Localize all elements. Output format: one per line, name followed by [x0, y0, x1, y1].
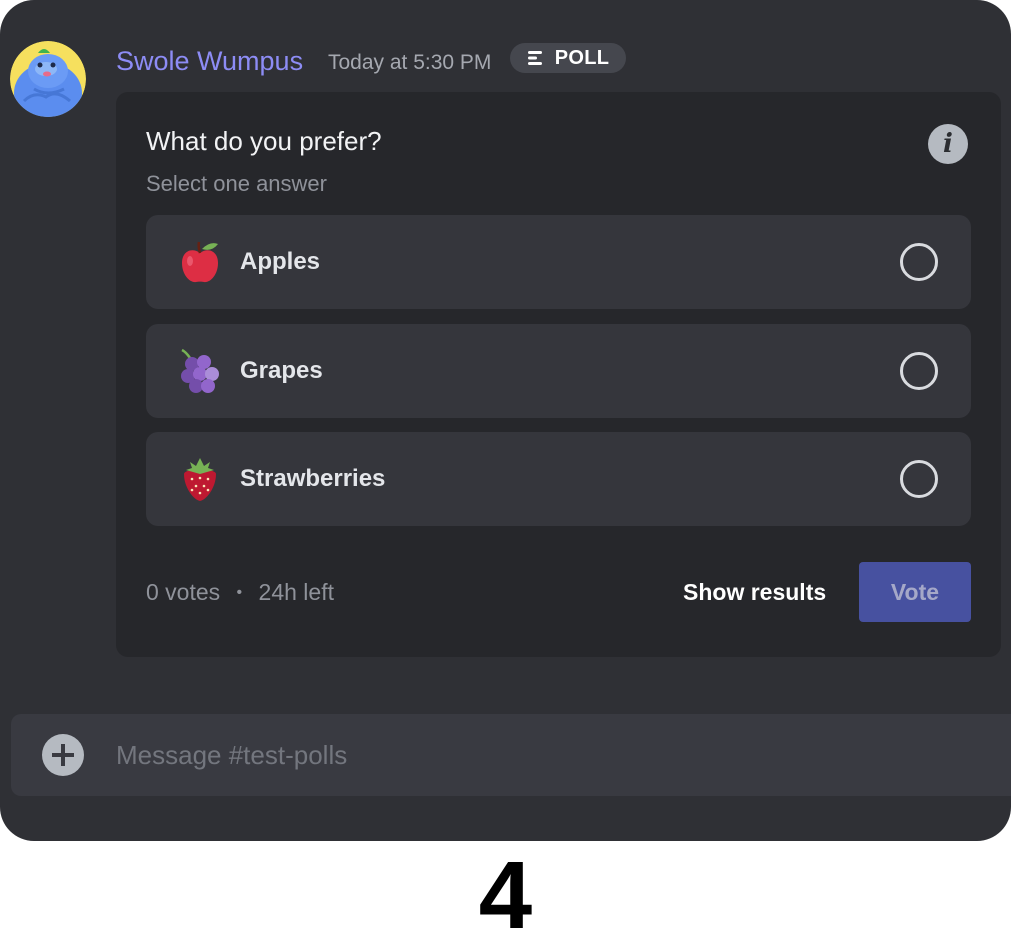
apple-emoji-icon [176, 239, 224, 287]
answer-label: Grapes [240, 357, 323, 384]
chat-window: Swole Wumpus Today at 5:30 PM POLL What … [0, 0, 1011, 841]
info-icon[interactable]: i [928, 124, 968, 164]
poll-badge: POLL [510, 43, 626, 73]
time-left: 24h left [258, 579, 334, 605]
message-timestamp: Today at 5:30 PM [328, 51, 492, 74]
poll-answer-apples[interactable]: Apples [146, 215, 971, 309]
answer-radio[interactable] [900, 352, 938, 390]
answer-radio[interactable] [900, 460, 938, 498]
wumpus-avatar-icon [10, 41, 86, 117]
vote-count: 0 votes [146, 579, 221, 605]
poll-question: What do you prefer? [146, 126, 382, 156]
strawberry-emoji-icon [176, 456, 224, 504]
page-number: 4 [478, 842, 533, 949]
plus-circle-icon[interactable] [42, 734, 84, 776]
answer-radio[interactable] [900, 243, 938, 281]
poll-card: What do you prefer? i Select one answer … [116, 92, 1001, 657]
message-username[interactable]: Swole Wumpus [116, 43, 303, 79]
message-composer [11, 714, 1011, 796]
answer-label: Strawberries [240, 465, 386, 492]
poll-icon [527, 49, 545, 67]
poll-subtitle: Select one answer [146, 171, 327, 196]
poll-answer-grapes[interactable]: Grapes [146, 324, 971, 418]
stats-separator: • [236, 584, 243, 601]
show-results-button[interactable]: Show results [683, 576, 826, 608]
poll-badge-label: POLL [554, 46, 610, 69]
grapes-emoji-icon [176, 348, 224, 396]
poll-stats: 0 votes • 24h left [146, 576, 334, 609]
message-input[interactable] [116, 714, 996, 796]
answer-label: Apples [240, 248, 321, 275]
user-avatar[interactable] [10, 41, 86, 117]
poll-answer-strawberries[interactable]: Strawberries [146, 432, 971, 526]
vote-button[interactable]: Vote [859, 562, 971, 622]
